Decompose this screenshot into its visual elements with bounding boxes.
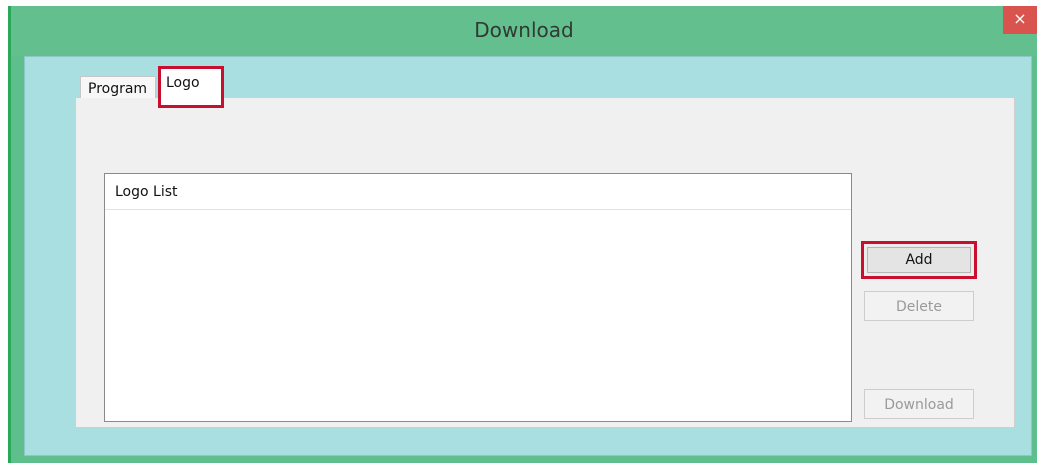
download-window: Download × Program Logo Logo List Add De… xyxy=(8,6,1037,463)
add-button-label: Add xyxy=(867,247,971,273)
title-bar[interactable]: Download × xyxy=(11,6,1037,56)
add-button[interactable]: Add xyxy=(861,241,977,279)
tab-program[interactable]: Program xyxy=(80,76,156,98)
close-button[interactable]: × xyxy=(1003,6,1037,34)
delete-button[interactable]: Delete xyxy=(864,291,974,321)
tab-logo[interactable]: Logo xyxy=(158,66,224,108)
client-area: Program Logo Logo List Add Delete Downlo… xyxy=(24,56,1032,456)
window-title: Download xyxy=(474,18,574,42)
tab-panel-logo: Program Logo Logo List Add Delete Downlo… xyxy=(75,66,1015,428)
logo-list[interactable]: Logo List xyxy=(104,173,852,422)
download-button[interactable]: Download xyxy=(864,389,974,419)
logo-list-header[interactable]: Logo List xyxy=(105,174,851,210)
close-icon: × xyxy=(1013,9,1027,28)
